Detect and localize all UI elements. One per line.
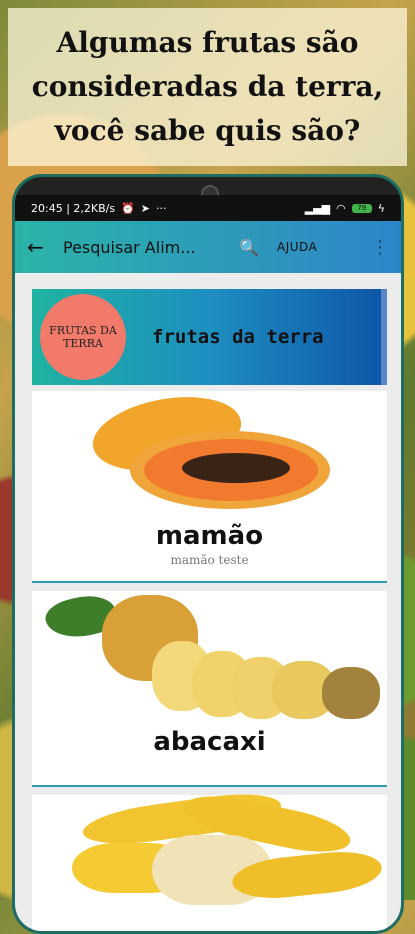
search-icon[interactable]: 🔍 xyxy=(239,238,269,257)
promo-headline: Algumas frutas são consideradas da terra… xyxy=(31,26,384,147)
charging-icon: ϟ xyxy=(377,201,385,215)
toolbar-title: Pesquisar Alim... xyxy=(63,237,196,257)
back-arrow-icon[interactable]: ← xyxy=(27,235,63,259)
papaya-seeds xyxy=(182,453,290,483)
status-time-speed: 20:45 | 2,2KB/s xyxy=(31,201,116,215)
phone-frame: 20:45 | 2,2KB/s ⏰ ➤ ··· ▂▄▆ ◠ 79 ϟ ← Pes… xyxy=(12,174,404,934)
pineapple-image xyxy=(32,588,387,721)
food-subtitle: mamão teste xyxy=(170,553,249,567)
food-card-mamao[interactable]: mamão mamão teste xyxy=(32,386,387,583)
papaya-image xyxy=(32,386,387,515)
wifi-icon: ◠ xyxy=(336,201,346,215)
pineapple-top xyxy=(322,667,380,719)
status-bar: 20:45 | 2,2KB/s ⏰ ➤ ··· ▂▄▆ ◠ 79 ϟ xyxy=(15,195,401,221)
promo-headline-box: Algumas frutas são consideradas da terra… xyxy=(8,8,407,166)
signal-icon: ▂▄▆ xyxy=(304,201,331,215)
food-card-banana[interactable] xyxy=(32,787,387,931)
banana-image xyxy=(32,787,387,931)
category-banner[interactable]: FRUTAS DA TERRA frutas da terra xyxy=(32,289,387,385)
alarm-icon: ⏰ xyxy=(121,201,135,215)
overflow-menu-icon[interactable]: ⋮ xyxy=(371,237,389,258)
battery-icon: 79 xyxy=(351,203,372,213)
status-more: ··· xyxy=(156,201,167,215)
food-list[interactable]: FRUTAS DA TERRA frutas da terra mamão ma… xyxy=(15,273,401,931)
telegram-icon: ➤ xyxy=(140,201,151,215)
banner-title: frutas da terra xyxy=(152,326,324,348)
banner-edge xyxy=(381,289,387,385)
app-toolbar: ← Pesquisar Alim... 🔍 AJUDA ⋮ xyxy=(15,221,401,273)
food-name: mamão xyxy=(155,521,264,551)
food-card-abacaxi[interactable]: abacaxi xyxy=(32,588,387,787)
frutas-da-terra-logo: FRUTAS DA TERRA xyxy=(40,294,126,380)
help-button[interactable]: AJUDA xyxy=(277,240,317,254)
food-name: abacaxi xyxy=(153,727,266,757)
